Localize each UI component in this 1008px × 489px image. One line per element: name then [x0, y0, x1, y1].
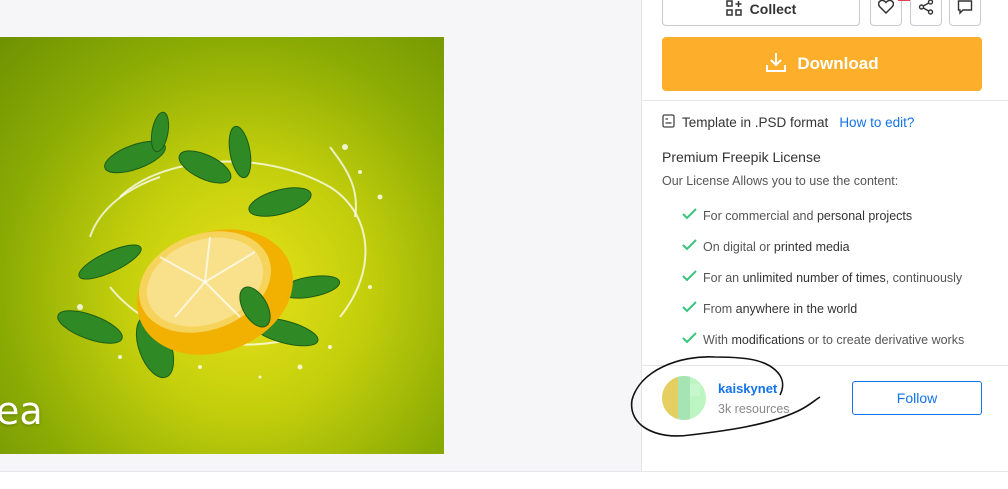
collect-button[interactable]: Collect: [662, 0, 860, 26]
license-item-text: From: [703, 301, 736, 316]
list-item: With modifications or to create derivati…: [682, 324, 964, 355]
license-item-text: On digital or: [703, 239, 774, 254]
preview-image[interactable]: ea: [0, 37, 444, 454]
license-item-text: For commercial and: [703, 208, 817, 223]
page-bottom-divider: [0, 471, 1008, 472]
check-icon: [682, 332, 697, 347]
file-psd-icon: [662, 114, 675, 131]
content-area: ea: [0, 0, 641, 471]
share-icon: [918, 0, 934, 20]
list-item: For commercial and personal projects: [682, 200, 964, 231]
comment-icon: [957, 0, 973, 20]
license-item-text: , continuously: [885, 270, 963, 285]
follow-button[interactable]: Follow: [852, 381, 982, 415]
license-item-emphasis: printed media: [773, 239, 850, 254]
list-item: On digital or printed media: [682, 231, 964, 262]
preview-title-text: ea: [0, 389, 43, 433]
check-icon: [682, 208, 697, 223]
list-item: For an unlimited number of times, contin…: [682, 262, 964, 293]
check-icon: [682, 239, 697, 254]
comment-button[interactable]: [949, 0, 981, 26]
download-label: Download: [797, 54, 879, 73]
license-item-emphasis: modifications: [731, 332, 805, 347]
section-divider: [642, 100, 1008, 101]
check-icon: [682, 301, 697, 316]
like-button[interactable]: [870, 0, 902, 26]
hand-drawn-circle-annotation: [630, 356, 821, 437]
collect-label: Collect: [749, 1, 797, 17]
license-list: For commercial and personal projects On …: [682, 200, 964, 355]
list-item: From anywhere in the world: [682, 293, 964, 324]
share-button[interactable]: [910, 0, 942, 26]
license-item-text: For an: [703, 270, 743, 285]
heart-icon: [877, 0, 895, 19]
check-icon: [682, 270, 697, 285]
file-format-row: Template in .PSD format How to edit?: [662, 114, 914, 131]
download-icon: [765, 51, 787, 78]
lemon-tea-illustration: [57, 111, 383, 379]
file-format-text: Template in .PSD format: [682, 115, 829, 130]
how-to-edit-link[interactable]: How to edit?: [839, 115, 914, 130]
license-item-emphasis: personal projects: [816, 208, 913, 223]
license-item-emphasis: unlimited number of times: [742, 270, 886, 285]
license-title: Premium Freepik License: [662, 149, 821, 165]
license-subtitle: Our License Allows you to use the conten…: [662, 174, 899, 188]
license-item-text: With: [703, 332, 732, 347]
collect-icon: [725, 0, 742, 19]
license-item-emphasis: anywhere in the world: [735, 301, 858, 316]
license-item-text: or to create derivative works: [804, 332, 965, 347]
download-button[interactable]: Download: [662, 37, 982, 91]
